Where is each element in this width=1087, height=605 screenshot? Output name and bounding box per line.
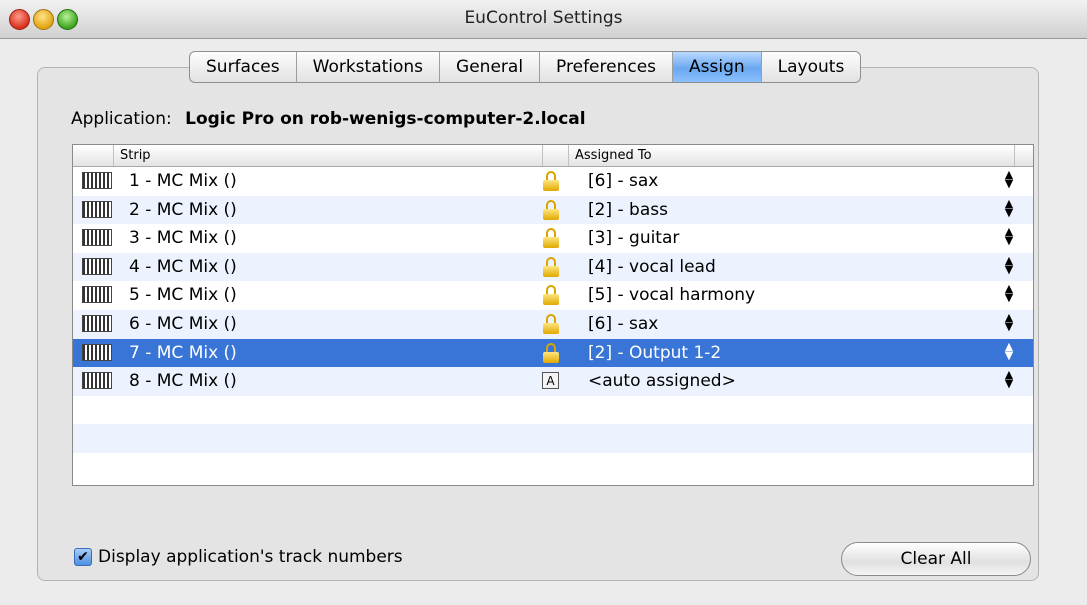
assigned-column-label: Assigned To [575, 148, 652, 163]
table-row[interactable]: 3 - MC Mix () [3] - guitar ▲ ▼ [73, 224, 1033, 253]
table-row[interactable]: 4 - MC Mix () [4] - vocal lead ▲ ▼ [73, 252, 1033, 282]
tab-surfaces[interactable]: Surfaces [190, 52, 297, 82]
table-row[interactable]: 2 - MC Mix () [2] - bass ▲ ▼ [73, 195, 1033, 225]
fader-strip-icon [82, 200, 112, 218]
lock-icon[interactable] [543, 228, 561, 249]
settings-window: EuControl Settings Surfaces Workstations G… [0, 0, 1087, 605]
assigned-to-popup[interactable]: <auto assigned> [588, 371, 736, 391]
tab-workstations[interactable]: Workstations [297, 52, 441, 82]
empty-table-row [73, 452, 1033, 482]
assigned-column-header[interactable]: Assigned To [569, 145, 1015, 166]
display-track-numbers-option[interactable]: ✔ Display application's track numbers [74, 547, 403, 567]
popup-arrows-icon[interactable]: ▲ ▼ [1003, 312, 1015, 332]
application-value: Logic Pro on rob-wenigs-computer-2.local [185, 109, 586, 129]
window-title: EuControl Settings [464, 8, 623, 28]
fader-strip-icon [82, 172, 112, 189]
tab-layouts[interactable]: Layouts [762, 52, 861, 82]
fader-strip-icon [82, 372, 112, 390]
lock-column-header[interactable] [543, 145, 569, 166]
assigned-to-popup[interactable]: [2] - bass [588, 200, 668, 220]
table-row[interactable]: 7 - MC Mix () [2] - Output 1-2 ▲ ▼ [73, 338, 1033, 368]
strip-name: 5 - MC Mix () [129, 285, 237, 306]
display-track-numbers-checkbox[interactable]: ✔ [74, 548, 92, 566]
strip-name: 1 - MC Mix () [129, 171, 237, 191]
popup-arrows-icon[interactable]: ▲ ▼ [1003, 169, 1015, 189]
application-line: Application: Logic Pro on rob-wenigs-com… [71, 109, 586, 129]
table-row[interactable]: 5 - MC Mix () [5] - vocal harmony ▲ ▼ [73, 281, 1033, 310]
table-body: 1 - MC Mix () [6] - sax ▲ ▼ 2 - MC Mix () [2]… [73, 167, 1033, 482]
strip-name: 3 - MC Mix () [129, 228, 237, 249]
strip-name: 7 - MC Mix () [129, 342, 237, 363]
display-track-numbers-label: Display application's track numbers [98, 547, 403, 567]
fader-strip-icon [82, 229, 112, 247]
fader-strip-icon [82, 257, 112, 275]
auto-assign-icon[interactable]: A [542, 372, 559, 390]
title-bar[interactable]: EuControl Settings [0, 0, 1087, 39]
strip-name: 6 - MC Mix () [129, 313, 237, 334]
fader-strip-icon [82, 314, 112, 332]
strip-column-header[interactable]: Strip [114, 145, 543, 166]
tab-general[interactable]: General [440, 52, 541, 82]
lock-icon[interactable] [543, 285, 561, 306]
fader-strip-icon [82, 343, 112, 361]
assigned-to-popup[interactable]: [6] - sax [588, 314, 658, 334]
table-row[interactable]: 1 - MC Mix () [6] - sax ▲ ▼ [73, 167, 1033, 196]
popup-arrows-icon[interactable]: ▲ ▼ [1003, 283, 1015, 303]
table-header: Strip Assigned To [73, 145, 1033, 167]
assigned-to-popup[interactable]: [3] - guitar [588, 228, 679, 248]
strip-name: 2 - MC Mix () [129, 199, 237, 220]
empty-table-row [73, 395, 1033, 425]
assigned-to-popup[interactable]: [4] - vocal lead [588, 257, 716, 277]
tab-preferences[interactable]: Preferences [540, 52, 674, 82]
table-row[interactable]: 6 - MC Mix () [6] - sax ▲ ▼ [73, 309, 1033, 339]
popup-arrows-icon[interactable]: ▲ ▼ [1003, 255, 1015, 275]
assigned-to-popup[interactable]: [6] - sax [588, 171, 658, 191]
fader-strip-icon [82, 286, 112, 304]
tab-assign[interactable]: Assign [673, 52, 762, 82]
clear-all-button[interactable]: Clear All [841, 542, 1031, 576]
assign-table: Strip Assigned To 1 - MC Mix () [6] - sax… [72, 144, 1034, 486]
lock-icon[interactable] [543, 342, 561, 363]
lock-icon[interactable] [543, 199, 561, 220]
lock-icon[interactable] [543, 171, 561, 191]
table-row[interactable]: 8 - MC Mix () A <auto assigned> ▲ ▼ [73, 367, 1033, 396]
popup-arrows-icon[interactable]: ▲ ▼ [1003, 341, 1015, 361]
tab-bar: Surfaces Workstations General Preferences As… [189, 51, 862, 83]
icon-column-header[interactable] [73, 145, 114, 166]
strip-name: 8 - MC Mix () [129, 371, 237, 392]
application-label: Application: [71, 109, 172, 129]
lock-icon[interactable] [543, 256, 561, 277]
assigned-to-popup[interactable]: [2] - Output 1-2 [588, 343, 721, 363]
popup-arrows-icon[interactable]: ▲ ▼ [1003, 226, 1015, 246]
popup-arrows-icon[interactable]: ▲ ▼ [1003, 198, 1015, 218]
strip-column-label: Strip [120, 148, 151, 163]
assigned-to-popup[interactable]: [5] - vocal harmony [588, 285, 755, 305]
strip-name: 4 - MC Mix () [129, 256, 237, 277]
lock-icon[interactable] [543, 313, 561, 334]
empty-table-row [73, 424, 1033, 453]
popup-arrows-icon[interactable]: ▲ ▼ [1003, 369, 1015, 389]
